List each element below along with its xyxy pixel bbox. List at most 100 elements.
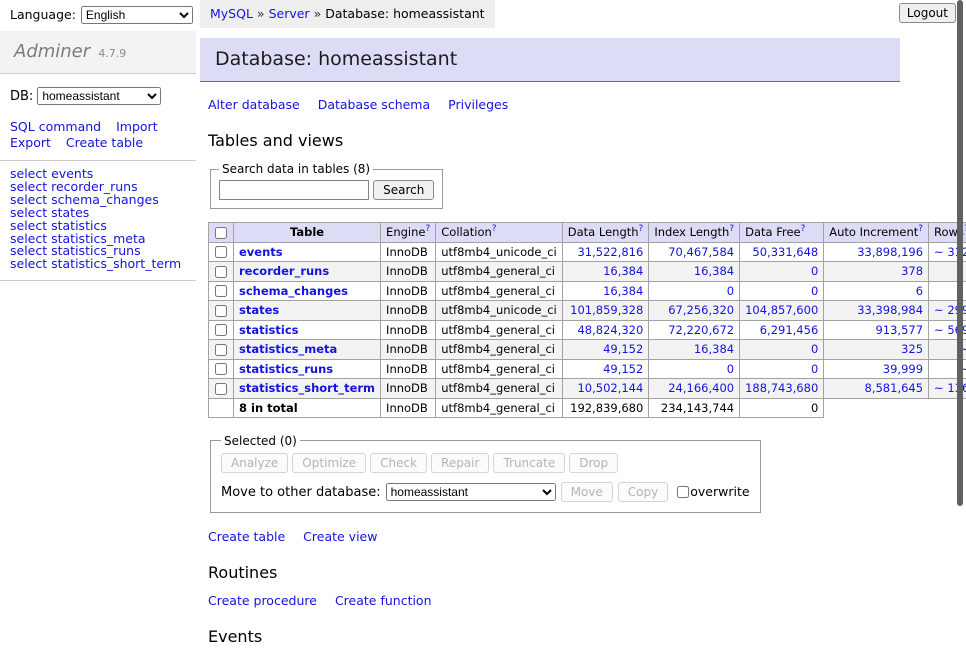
- column-help-link[interactable]: ?: [639, 224, 644, 234]
- table-row-schema-changes: schema_changesInnoDButf8mb4_general_ci16…: [209, 281, 966, 301]
- cell-data-free-link[interactable]: 50,331,648: [752, 245, 818, 259]
- row-checkbox[interactable]: [215, 363, 227, 375]
- cell-data-free-link[interactable]: 0: [811, 264, 818, 278]
- table-link-statistics-runs[interactable]: statistics_runs: [239, 362, 333, 376]
- table-link-statistics[interactable]: statistics: [239, 323, 299, 337]
- db-select[interactable]: homeassistant: [37, 87, 161, 105]
- cell-auto-increment-link[interactable]: 8,581,645: [865, 381, 924, 395]
- link-create-procedure[interactable]: Create procedure: [208, 593, 317, 608]
- cell-index-length-link[interactable]: 16,384: [694, 264, 734, 278]
- cell-data-free-link[interactable]: 0: [811, 342, 818, 356]
- table-link-statistics-short-term[interactable]: statistics_short_term: [239, 381, 375, 395]
- select-all-checkbox[interactable]: [215, 227, 227, 239]
- sidebar-action-create-table[interactable]: Create table: [66, 135, 143, 150]
- breadcrumb-server[interactable]: Server: [269, 6, 310, 21]
- column-help-link[interactable]: ?: [801, 224, 806, 234]
- breadcrumb-mysql[interactable]: MySQL: [210, 6, 253, 21]
- row-checkbox[interactable]: [215, 344, 227, 356]
- select-all-cell: [209, 223, 234, 243]
- column-help-link[interactable]: ?: [492, 224, 497, 234]
- total-index-length: 234,143,744: [649, 398, 740, 417]
- cell-auto-increment-link[interactable]: 33,898,196: [857, 245, 923, 259]
- cell-data-free-link[interactable]: 104,857,600: [745, 303, 818, 317]
- breadcrumb-separator: »: [257, 6, 265, 21]
- table-header-row: TableEngine?Collation?Data Length?Index …: [209, 223, 966, 243]
- cell-data-free-link[interactable]: 0: [811, 362, 818, 376]
- cell-index-length-link[interactable]: 70,467,584: [668, 245, 734, 259]
- link-database-schema[interactable]: Database schema: [318, 97, 430, 112]
- column-header-auto-increment: Auto Increment?: [824, 223, 929, 243]
- row-checkbox[interactable]: [215, 266, 227, 278]
- cell-auto-increment-link[interactable]: 378: [901, 264, 923, 278]
- cell-auto-increment-link[interactable]: 39,999: [883, 362, 923, 376]
- cell-auto-increment-link[interactable]: 6: [916, 284, 923, 298]
- sidebar-action-sql-command[interactable]: SQL command: [10, 119, 101, 134]
- search-input[interactable]: [219, 180, 369, 200]
- column-help: ?: [801, 224, 806, 234]
- cell-data-free-link[interactable]: 188,743,680: [745, 381, 818, 395]
- cell-index-length-link[interactable]: 72,220,672: [668, 323, 734, 337]
- table-link-recorder-runs[interactable]: recorder_runs: [239, 264, 329, 278]
- column-help-link[interactable]: ?: [918, 224, 923, 234]
- row-checkbox[interactable]: [215, 246, 227, 258]
- logout-button[interactable]: Logout: [899, 3, 956, 23]
- tables-heading: Tables and views: [208, 131, 900, 150]
- sidebar-action-export[interactable]: Export: [10, 135, 51, 150]
- cell-index-length-link[interactable]: 67,256,320: [668, 303, 734, 317]
- table-link-statistics-meta[interactable]: statistics_meta: [239, 342, 337, 356]
- tables-table: TableEngine?Collation?Data Length?Index …: [208, 222, 966, 418]
- link-create-function[interactable]: Create function: [335, 593, 432, 608]
- sidebar-actions: SQL command Import Export Create table: [0, 114, 196, 151]
- column-header-engine: Engine?: [381, 223, 436, 243]
- column-help-link[interactable]: ?: [729, 224, 734, 234]
- row-checkbox[interactable]: [215, 285, 227, 297]
- row-checkbox[interactable]: [215, 383, 227, 395]
- link-create-view[interactable]: Create view: [303, 529, 377, 544]
- cell-data-length-link[interactable]: 48,824,320: [577, 323, 643, 337]
- sidebar-link-select-statistics-short-term[interactable]: select statistics_short_term: [10, 256, 181, 271]
- cell-data-length-link[interactable]: 49,152: [603, 342, 643, 356]
- vertical-scrollbar[interactable]: [957, 0, 963, 506]
- link-create-table[interactable]: Create table: [208, 529, 285, 544]
- table-link-schema-changes[interactable]: schema_changes: [239, 284, 348, 298]
- cell-auto-increment-link[interactable]: 33,398,984: [857, 303, 923, 317]
- cell-index-length-link[interactable]: 0: [727, 362, 734, 376]
- cell-data-length-link[interactable]: 101,859,328: [570, 303, 643, 317]
- row-checkbox[interactable]: [215, 305, 227, 317]
- total-engine: InnoDB: [381, 398, 436, 417]
- overwrite-checkbox[interactable]: [677, 486, 689, 498]
- language-select[interactable]: English: [81, 6, 193, 24]
- table-row-states: statesInnoDButf8mb4_unicode_ci101,859,32…: [209, 301, 966, 321]
- cell-engine: InnoDB: [381, 301, 436, 321]
- move-database-select[interactable]: homeassistant: [386, 483, 556, 501]
- cell-index-length-link[interactable]: 0: [727, 284, 734, 298]
- db-label: DB:: [10, 89, 33, 104]
- cell-index-length: 16,384: [649, 340, 740, 360]
- column-help-link[interactable]: ?: [425, 224, 430, 234]
- sidebar-action-import[interactable]: Import: [116, 119, 158, 134]
- cell-data-free-link[interactable]: 0: [811, 284, 818, 298]
- cell-data-length: 48,824,320: [562, 320, 649, 340]
- cell-engine: InnoDB: [381, 262, 436, 282]
- cell-data-length-link[interactable]: 49,152: [603, 362, 643, 376]
- column-header-label: Data Free: [745, 225, 801, 239]
- row-checkbox-cell: [209, 301, 234, 321]
- cell-data-free-link[interactable]: 6,291,456: [760, 323, 819, 337]
- cell-auto-increment-link[interactable]: 325: [901, 342, 923, 356]
- cell-auto-increment-link[interactable]: 913,577: [875, 323, 923, 337]
- link-privileges[interactable]: Privileges: [448, 97, 508, 112]
- cell-data-length-link[interactable]: 16,384: [603, 264, 643, 278]
- row-checkbox[interactable]: [215, 324, 227, 336]
- logo-band: Adminer 4.7.9: [0, 31, 196, 74]
- search-button[interactable]: Search: [373, 180, 434, 200]
- cell-data-length-link[interactable]: 10,502,144: [577, 381, 643, 395]
- table-total-row: 8 in totalInnoDButf8mb4_general_ci192,83…: [209, 398, 966, 417]
- cell-index-length-link[interactable]: 24,166,400: [668, 381, 734, 395]
- sidebar: Language:English Adminer 4.7.9 DB:homeas…: [0, 0, 196, 288]
- cell-data-length-link[interactable]: 31,522,816: [577, 245, 643, 259]
- table-link-events[interactable]: events: [239, 245, 283, 259]
- link-alter-database[interactable]: Alter database: [208, 97, 300, 112]
- cell-data-length-link[interactable]: 16,384: [603, 284, 643, 298]
- cell-index-length-link[interactable]: 16,384: [694, 342, 734, 356]
- table-link-states[interactable]: states: [239, 303, 279, 317]
